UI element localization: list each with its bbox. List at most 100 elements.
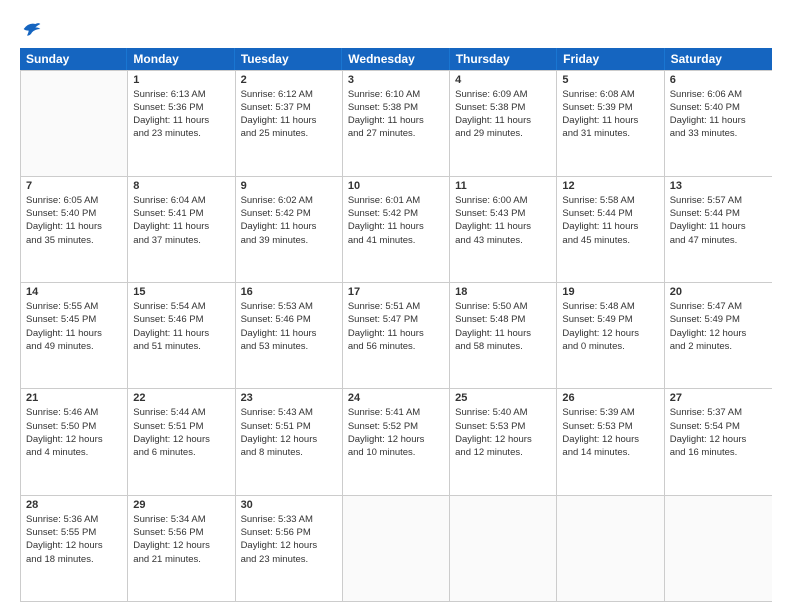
cell-line: and 47 minutes.	[670, 234, 767, 247]
cell-line: and 29 minutes.	[455, 127, 551, 140]
cell-line: and 2 minutes.	[670, 340, 767, 353]
cell-line: Sunrise: 5:51 AM	[348, 300, 444, 313]
day-number: 5	[562, 74, 658, 86]
cell-line: Sunset: 5:53 PM	[455, 420, 551, 433]
cell-line: Sunset: 5:40 PM	[670, 101, 767, 114]
day-cell-5: 5Sunrise: 6:08 AMSunset: 5:39 PMDaylight…	[557, 71, 664, 176]
cell-line: Sunrise: 5:43 AM	[241, 406, 337, 419]
day-number: 2	[241, 74, 337, 86]
cell-line: and 49 minutes.	[26, 340, 122, 353]
cell-line: Daylight: 12 hours	[241, 433, 337, 446]
header-day-tuesday: Tuesday	[235, 48, 342, 70]
cell-line: Sunrise: 5:57 AM	[670, 194, 767, 207]
day-cell-10: 10Sunrise: 6:01 AMSunset: 5:42 PMDayligh…	[343, 177, 450, 282]
cell-line: and 16 minutes.	[670, 446, 767, 459]
day-number: 24	[348, 392, 444, 404]
day-cell-15: 15Sunrise: 5:54 AMSunset: 5:46 PMDayligh…	[128, 283, 235, 388]
cell-line: Daylight: 12 hours	[562, 433, 658, 446]
day-cell-24: 24Sunrise: 5:41 AMSunset: 5:52 PMDayligh…	[343, 389, 450, 494]
day-cell-23: 23Sunrise: 5:43 AMSunset: 5:51 PMDayligh…	[236, 389, 343, 494]
cell-line: Daylight: 12 hours	[133, 433, 229, 446]
week-row-5: 28Sunrise: 5:36 AMSunset: 5:55 PMDayligh…	[21, 496, 772, 602]
cell-line: Daylight: 11 hours	[133, 327, 229, 340]
cell-line: Sunset: 5:42 PM	[241, 207, 337, 220]
header-day-thursday: Thursday	[450, 48, 557, 70]
cell-line: Daylight: 11 hours	[348, 327, 444, 340]
cell-line: Daylight: 12 hours	[241, 539, 337, 552]
cell-line: and 33 minutes.	[670, 127, 767, 140]
cell-line: Daylight: 11 hours	[133, 114, 229, 127]
cell-line: and 43 minutes.	[455, 234, 551, 247]
cell-line: Daylight: 11 hours	[133, 220, 229, 233]
day-cell-25: 25Sunrise: 5:40 AMSunset: 5:53 PMDayligh…	[450, 389, 557, 494]
empty-cell	[450, 496, 557, 601]
cell-line: Sunrise: 6:02 AM	[241, 194, 337, 207]
header-day-saturday: Saturday	[665, 48, 772, 70]
cell-line: and 12 minutes.	[455, 446, 551, 459]
day-cell-17: 17Sunrise: 5:51 AMSunset: 5:47 PMDayligh…	[343, 283, 450, 388]
cell-line: and 0 minutes.	[562, 340, 658, 353]
day-number: 14	[26, 286, 122, 298]
cell-line: Daylight: 11 hours	[26, 220, 122, 233]
bird-icon	[22, 20, 42, 38]
week-row-3: 14Sunrise: 5:55 AMSunset: 5:45 PMDayligh…	[21, 283, 772, 389]
calendar-header: SundayMondayTuesdayWednesdayThursdayFrid…	[20, 48, 772, 70]
cell-line: and 14 minutes.	[562, 446, 658, 459]
day-cell-19: 19Sunrise: 5:48 AMSunset: 5:49 PMDayligh…	[557, 283, 664, 388]
week-row-1: 1Sunrise: 6:13 AMSunset: 5:36 PMDaylight…	[21, 71, 772, 177]
calendar: SundayMondayTuesdayWednesdayThursdayFrid…	[20, 48, 772, 602]
day-cell-26: 26Sunrise: 5:39 AMSunset: 5:53 PMDayligh…	[557, 389, 664, 494]
cell-line: Daylight: 12 hours	[348, 433, 444, 446]
cell-line: Sunrise: 6:08 AM	[562, 88, 658, 101]
day-number: 11	[455, 180, 551, 192]
cell-line: and 58 minutes.	[455, 340, 551, 353]
day-cell-14: 14Sunrise: 5:55 AMSunset: 5:45 PMDayligh…	[21, 283, 128, 388]
header	[20, 16, 772, 42]
day-number: 15	[133, 286, 229, 298]
day-number: 3	[348, 74, 444, 86]
cell-line: Daylight: 11 hours	[348, 220, 444, 233]
cell-line: and 25 minutes.	[241, 127, 337, 140]
cell-line: Daylight: 11 hours	[455, 220, 551, 233]
cell-line: and 37 minutes.	[133, 234, 229, 247]
day-cell-6: 6Sunrise: 6:06 AMSunset: 5:40 PMDaylight…	[665, 71, 772, 176]
cell-line: Sunset: 5:36 PM	[133, 101, 229, 114]
cell-line: Sunset: 5:38 PM	[455, 101, 551, 114]
day-number: 19	[562, 286, 658, 298]
cell-line: Sunset: 5:37 PM	[241, 101, 337, 114]
day-number: 13	[670, 180, 767, 192]
day-cell-2: 2Sunrise: 6:12 AMSunset: 5:37 PMDaylight…	[236, 71, 343, 176]
day-cell-18: 18Sunrise: 5:50 AMSunset: 5:48 PMDayligh…	[450, 283, 557, 388]
cell-line: and 27 minutes.	[348, 127, 444, 140]
day-number: 25	[455, 392, 551, 404]
cell-line: Sunset: 5:42 PM	[348, 207, 444, 220]
cell-line: Daylight: 12 hours	[26, 433, 122, 446]
cell-line: Sunrise: 5:36 AM	[26, 513, 122, 526]
cell-line: Sunset: 5:40 PM	[26, 207, 122, 220]
cell-line: Daylight: 12 hours	[26, 539, 122, 552]
header-day-friday: Friday	[557, 48, 664, 70]
week-row-4: 21Sunrise: 5:46 AMSunset: 5:50 PMDayligh…	[21, 389, 772, 495]
cell-line: Sunset: 5:56 PM	[241, 526, 337, 539]
day-cell-22: 22Sunrise: 5:44 AMSunset: 5:51 PMDayligh…	[128, 389, 235, 494]
day-number: 21	[26, 392, 122, 404]
cell-line: Sunset: 5:46 PM	[133, 313, 229, 326]
cell-line: Sunrise: 5:55 AM	[26, 300, 122, 313]
cell-line: Sunset: 5:55 PM	[26, 526, 122, 539]
day-number: 9	[241, 180, 337, 192]
empty-cell	[665, 496, 772, 601]
cell-line: and 35 minutes.	[26, 234, 122, 247]
cell-line: and 4 minutes.	[26, 446, 122, 459]
cell-line: Daylight: 12 hours	[455, 433, 551, 446]
cell-line: Daylight: 11 hours	[26, 327, 122, 340]
day-cell-7: 7Sunrise: 6:05 AMSunset: 5:40 PMDaylight…	[21, 177, 128, 282]
logo-text	[20, 20, 42, 42]
day-cell-3: 3Sunrise: 6:10 AMSunset: 5:38 PMDaylight…	[343, 71, 450, 176]
day-number: 22	[133, 392, 229, 404]
cell-line: Sunrise: 5:39 AM	[562, 406, 658, 419]
cell-line: Daylight: 11 hours	[455, 327, 551, 340]
week-row-2: 7Sunrise: 6:05 AMSunset: 5:40 PMDaylight…	[21, 177, 772, 283]
cell-line: Sunrise: 5:34 AM	[133, 513, 229, 526]
day-number: 20	[670, 286, 767, 298]
logo	[20, 20, 42, 42]
